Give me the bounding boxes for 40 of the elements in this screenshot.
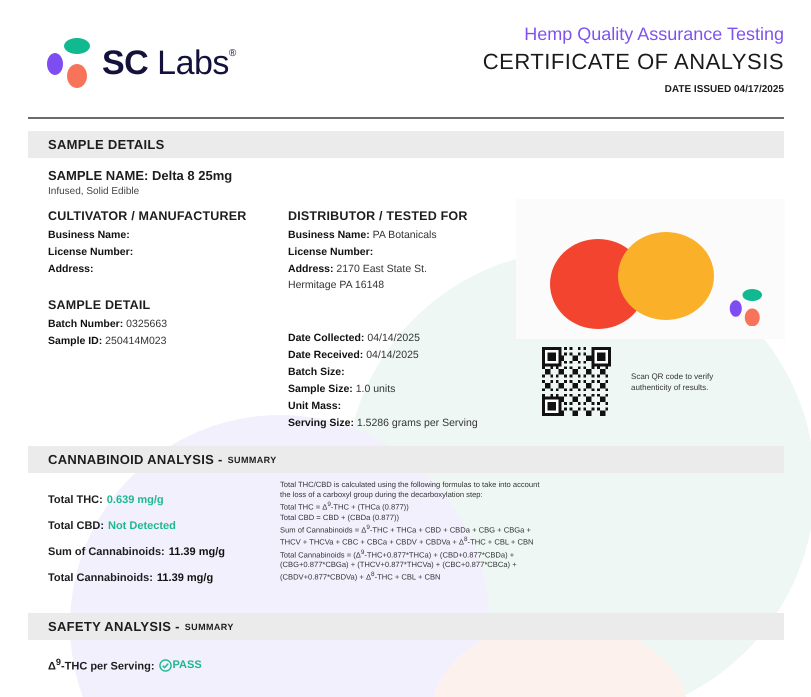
result-text: Total Cannabinoids: 11.39 mg/g [48,571,214,586]
result-text: Total CBD: Not Detected [48,519,177,534]
field-text: Sample ID: 250414M023 [48,334,168,349]
field-text: Business Name: [48,228,131,243]
field-text: Address: [48,262,95,277]
field-text: Unit Mass: [288,399,342,414]
result-text: Total THC: 0.639 mg/g [48,493,165,508]
sample-type: Infused, Solid Edible [48,186,140,197]
field-text: License Number: [48,245,134,260]
check-circle-icon [158,658,172,672]
qr-code [542,347,611,416]
field-text: Serving Size: 1.5286 grams per Serving [288,416,479,431]
logo-icon [46,38,92,88]
field-text: Hermitage PA 16148 [288,278,386,293]
field-text: Date Received: 04/14/2025 [288,348,420,363]
qr-caption: Scan QR code to verify authenticity of results. [631,370,714,392]
section-title: CANNABINOID ANALYSIS - [48,452,223,467]
field-text: Business Name: PA Botanicals [288,228,438,243]
document-title: CERTIFICATE OF ANALYSIS [482,49,784,75]
group-heading: CULTIVATOR / MANUFACTURER [48,209,248,223]
field-text: Sample Size: 1.0 units [288,382,396,397]
result-text: Sum of Cannabinoids: 11.39 mg/g [48,545,226,560]
field-text: License Number: [288,245,374,260]
field-text: Date Collected: 04/14/2025 [288,331,421,346]
logo-text: SC Labs$^{®}$ [102,44,236,82]
logo-icon [728,288,763,326]
group-heading: DISTRIBUTOR / TESTED FOR [288,209,469,223]
field-text: Batch Size: [288,365,346,380]
group-heading: SAMPLE DETAIL [48,298,152,312]
date-issued: DATE ISSUED 04/17/2025 [664,84,784,95]
result-label: Δ$^{9}$-THC per Serving: [48,657,155,673]
section-title: SAMPLE DETAILS [48,137,165,152]
section-subtitle: SUMMARY [228,454,277,464]
section-title: SAFETY ANALYSIS - [48,619,180,634]
section-subtitle: SUMMARY [184,622,234,632]
field-text: Batch Number: 0325663 [48,317,168,332]
pass-status: PASS [158,658,202,672]
sample-name: SAMPLE NAME: Delta 8 25mg [48,168,234,183]
field-text: Address: 2170 East State St. [288,262,428,277]
tagline: Hemp Quality Assurance Testing [524,24,784,45]
